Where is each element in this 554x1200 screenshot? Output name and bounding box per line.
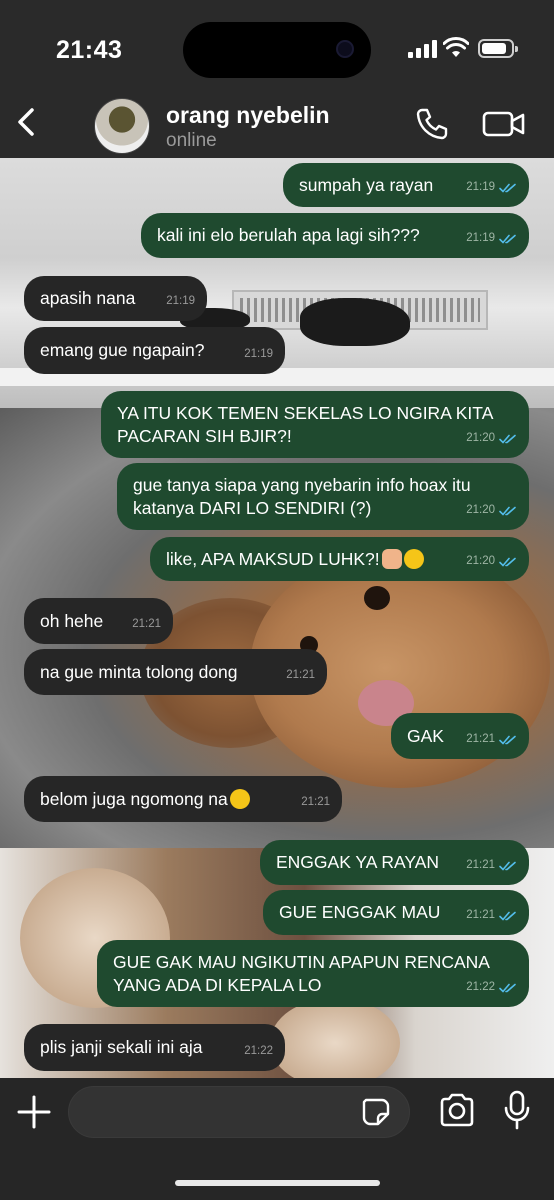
message-meta: 21:21 <box>466 854 517 877</box>
message-timestamp: 21:22 <box>466 981 495 993</box>
message-meta: 21:21 <box>132 613 161 636</box>
read-receipt-icon <box>499 983 516 993</box>
read-receipt-icon <box>499 434 516 444</box>
message-text: kali ini elo berulah apa lagi sih??? <box>157 225 420 245</box>
incoming-message-bubble[interactable]: plis janji sekali ini aja 21:22 <box>24 1024 285 1071</box>
sticker-icon[interactable] <box>360 1096 392 1128</box>
message-meta: 21:21 <box>466 728 517 751</box>
home-indicator[interactable] <box>175 1180 380 1186</box>
message-timestamp: 21:21 <box>466 733 495 745</box>
chevron-left-icon[interactable] <box>10 102 44 142</box>
message-timestamp: 21:22 <box>244 1045 273 1057</box>
battery-icon <box>478 39 518 58</box>
contact-name[interactable]: orang nyebelin <box>166 102 330 129</box>
message-meta: 21:20 <box>466 427 517 450</box>
incoming-message-bubble[interactable]: oh hehe 21:21 <box>24 598 173 644</box>
message-text: sumpah ya rayan <box>299 174 434 195</box>
outgoing-message-bubble[interactable]: GUE GAK MAU NGIKUTIN APAPUN RENCANA YANG… <box>97 940 529 1007</box>
message-text: ENGGAK YA RAYAN <box>276 852 440 872</box>
message-meta: 21:19 <box>166 290 195 313</box>
read-receipt-icon <box>499 557 516 567</box>
smiley-emoji <box>403 548 424 569</box>
status-bar: 21:43 <box>0 0 554 90</box>
message-meta: 21:22 <box>244 1040 273 1063</box>
camera-icon[interactable] <box>438 1092 476 1128</box>
phone-icon[interactable] <box>414 106 450 142</box>
pleading-face-emoji <box>229 788 250 809</box>
read-receipt-icon <box>499 735 516 745</box>
message-timestamp: 21:19 <box>466 181 495 193</box>
message-timestamp: 21:21 <box>301 796 330 808</box>
message-text: belom juga ngomong na <box>40 788 228 809</box>
message-meta: 21:22 <box>466 976 517 999</box>
message-meta: 21:21 <box>466 904 517 927</box>
cat-image <box>300 298 410 346</box>
outgoing-message-bubble[interactable]: kali ini elo berulah apa lagi sih??? 21:1… <box>141 213 529 258</box>
message-text: GUE GAK MAU NGIKUTIN APAPUN RENCANA YANG… <box>113 951 490 995</box>
message-text: apasih nana <box>40 288 136 308</box>
read-receipt-icon <box>499 234 516 244</box>
message-input[interactable] <box>68 1086 410 1138</box>
avatar[interactable] <box>94 98 150 154</box>
message-timestamp: 21:21 <box>132 618 161 630</box>
outgoing-message-bubble[interactable]: GAK 21:21 <box>391 713 529 759</box>
message-meta: 21:21 <box>301 791 330 814</box>
outgoing-message-bubble[interactable]: like, APA MAKSUD LUHK?! 21:20 <box>150 537 529 581</box>
message-timestamp: 21:21 <box>466 859 495 871</box>
outgoing-message-bubble[interactable]: YA ITU KOK TEMEN SEKELAS LO NGIRA KITA P… <box>101 391 529 458</box>
message-timestamp: 21:21 <box>466 909 495 921</box>
cellular-signal-icon <box>408 40 437 58</box>
wifi-icon <box>443 37 469 57</box>
message-meta: 21:20 <box>466 550 517 573</box>
message-meta: 21:19 <box>466 227 517 250</box>
message-text: GUE ENGGAK MAU <box>279 902 441 922</box>
chat-header: orang nyebelin online <box>0 90 554 158</box>
raised-fist-emoji <box>381 548 402 569</box>
message-meta: 21:19 <box>466 176 517 199</box>
message-timestamp: 21:19 <box>166 295 195 307</box>
message-text: like, APA MAKSUD LUHK?! <box>166 548 380 569</box>
message-text: GAK <box>407 725 444 746</box>
incoming-message-bubble[interactable]: na gue minta tolong dong 21:21 <box>24 649 327 695</box>
read-receipt-icon <box>499 506 516 516</box>
message-meta: 21:20 <box>466 499 517 522</box>
message-text: oh hehe <box>40 610 104 631</box>
incoming-message-bubble[interactable]: emang gue ngapain? 21:19 <box>24 327 285 374</box>
message-text: na gue minta tolong dong <box>40 661 238 682</box>
outgoing-message-bubble[interactable]: ENGGAK YA RAYAN 21:21 <box>260 840 529 885</box>
message-timestamp: 21:20 <box>466 555 495 567</box>
message-timestamp: 21:20 <box>466 432 495 444</box>
message-timestamp: 21:20 <box>466 504 495 516</box>
incoming-message-bubble[interactable]: apasih nana 21:19 <box>24 276 207 321</box>
plus-icon[interactable] <box>16 1094 52 1130</box>
front-camera-dot <box>336 40 354 58</box>
message-text: gue tanya siapa yang nyebarin info hoax … <box>133 474 471 518</box>
read-receipt-icon <box>499 861 516 871</box>
message-text: YA ITU KOK TEMEN SEKELAS LO NGIRA KITA P… <box>117 402 494 446</box>
message-timestamp: 21:21 <box>286 669 315 681</box>
message-timestamp: 21:19 <box>466 232 495 244</box>
message-meta: 21:19 <box>244 343 273 366</box>
message-text: plis janji sekali ini aja <box>40 1037 203 1057</box>
outgoing-message-bubble[interactable]: GUE ENGGAK MAU 21:21 <box>263 890 529 935</box>
message-meta: 21:21 <box>286 664 315 687</box>
incoming-message-bubble[interactable]: belom juga ngomong na 21:21 <box>24 776 342 822</box>
outgoing-message-bubble[interactable]: sumpah ya rayan 21:19 <box>283 163 529 207</box>
outgoing-message-bubble[interactable]: gue tanya siapa yang nyebarin info hoax … <box>117 463 529 530</box>
message-text: emang gue ngapain? <box>40 340 205 360</box>
microphone-icon[interactable] <box>502 1090 532 1130</box>
video-camera-icon[interactable] <box>482 108 526 140</box>
message-timestamp: 21:19 <box>244 348 273 360</box>
read-receipt-icon <box>499 183 516 193</box>
clock: 21:43 <box>56 36 123 64</box>
contact-status: online <box>166 130 217 151</box>
read-receipt-icon <box>499 911 516 921</box>
